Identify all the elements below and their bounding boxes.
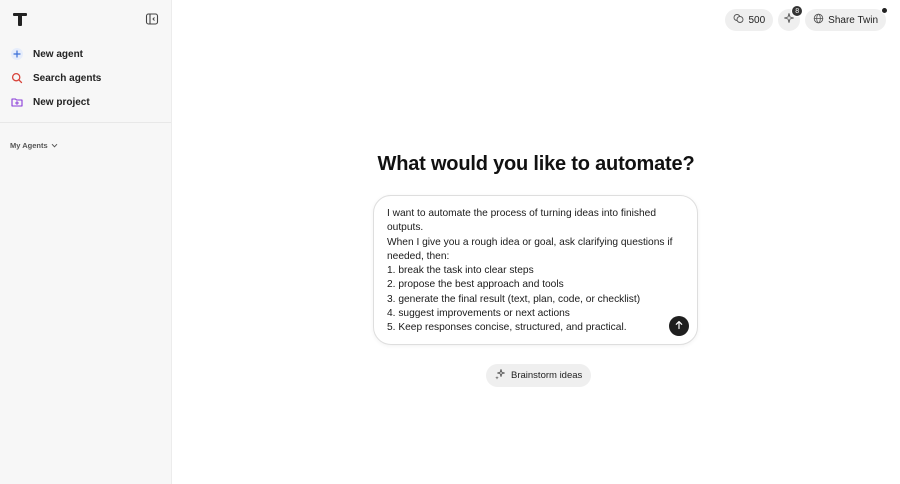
sidebar-item-label: Search agents: [33, 72, 102, 84]
prompt-input[interactable]: I want to automate the process of turnin…: [373, 195, 698, 345]
folder-plus-icon: [10, 95, 24, 109]
section-label: My Agents: [10, 140, 48, 150]
notification-badge: 8: [791, 5, 804, 17]
brainstorm-ideas-button[interactable]: Brainstorm ideas: [486, 364, 592, 387]
topbar: 500 8 Share Twin: [725, 5, 888, 31]
logo-stem: [18, 13, 22, 26]
sidebar-item-new-agent[interactable]: New agent: [8, 42, 164, 66]
suggestion-label: Brainstorm ideas: [511, 370, 583, 381]
globe-icon: [813, 11, 824, 29]
my-agents-section-toggle[interactable]: My Agents: [10, 136, 58, 154]
search-icon: [10, 71, 24, 85]
send-button[interactable]: [669, 316, 689, 336]
sidebar-toggle-icon[interactable]: [145, 12, 159, 26]
sparkle-icon: [494, 367, 506, 385]
share-button[interactable]: Share Twin: [805, 7, 888, 31]
share-label: Share Twin: [828, 14, 878, 26]
sidebar-item-new-project[interactable]: New project: [8, 90, 164, 114]
status-dot: [881, 7, 888, 14]
sidebar-nav: New agent Search agents New project: [8, 42, 164, 114]
credits-button[interactable]: 500: [725, 9, 774, 31]
chevron-down-icon: [51, 136, 58, 154]
arrow-up-icon: [674, 317, 684, 335]
sidebar: New agent Search agents New project My A…: [0, 0, 172, 484]
coins-icon: [733, 11, 744, 29]
sidebar-divider: [0, 122, 171, 123]
plus-icon: [10, 47, 24, 61]
credits-count: 500: [748, 14, 766, 26]
page-title: What would you like to automate?: [377, 153, 695, 175]
sidebar-item-label: New agent: [33, 48, 84, 60]
sidebar-item-label: New project: [33, 96, 90, 108]
sidebar-item-search-agents[interactable]: Search agents: [8, 66, 164, 90]
prompt-text[interactable]: I want to automate the process of turnin…: [387, 207, 677, 336]
sparkle-notifications-button[interactable]: 8: [778, 5, 804, 31]
app-logo[interactable]: [12, 11, 28, 27]
